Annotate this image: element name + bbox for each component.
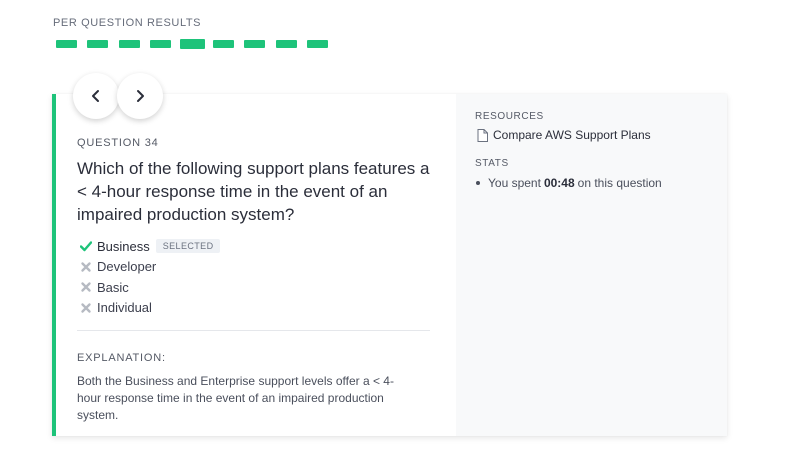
question-text: Which of the following support plans fea… bbox=[77, 159, 430, 224]
check-icon bbox=[80, 240, 97, 252]
x-icon bbox=[80, 302, 97, 314]
progress-segment[interactable] bbox=[307, 40, 328, 48]
progress-segment[interactable] bbox=[56, 40, 77, 48]
divider bbox=[77, 330, 430, 331]
stats-suffix: on this question bbox=[577, 176, 662, 190]
explanation-text: Both the Business and Enterprise support… bbox=[77, 374, 394, 422]
progress-segment[interactable] bbox=[244, 40, 265, 48]
stats-prefix: You spent bbox=[488, 176, 541, 190]
answer-label: Developer bbox=[97, 259, 157, 275]
answer-label: Individual bbox=[97, 300, 152, 316]
document-icon bbox=[477, 128, 488, 142]
chevron-right-icon bbox=[137, 90, 144, 102]
previous-question-button[interactable] bbox=[73, 73, 119, 119]
answer-label: Business bbox=[97, 238, 150, 254]
resources-title: RESOURCES bbox=[475, 111, 544, 122]
progress-segment[interactable] bbox=[276, 40, 297, 48]
next-question-button[interactable] bbox=[117, 73, 163, 119]
stats-title: STATS bbox=[475, 158, 509, 169]
info-panel bbox=[456, 94, 727, 436]
resource-link[interactable]: Compare AWS Support Plans bbox=[477, 128, 651, 142]
progress-segment[interactable] bbox=[119, 40, 140, 48]
progress-segment[interactable] bbox=[213, 40, 234, 48]
x-icon bbox=[80, 261, 97, 273]
question-number: QUESTION 34 bbox=[77, 137, 159, 149]
selected-badge: SELECTED bbox=[155, 239, 221, 254]
progress-segment[interactable] bbox=[87, 40, 108, 48]
answer-option: Individual bbox=[80, 298, 220, 319]
results-section-label: PER QUESTION RESULTS bbox=[53, 17, 202, 29]
answer-list: Business SELECTED Developer Basic Indivi… bbox=[80, 236, 221, 319]
resource-link-label[interactable]: Compare AWS Support Plans bbox=[493, 128, 651, 142]
answer-option: Basic bbox=[80, 277, 220, 298]
x-icon bbox=[80, 281, 97, 293]
answer-option: Developer bbox=[80, 257, 220, 278]
progress-segment[interactable] bbox=[150, 40, 171, 48]
progress-segment-current[interactable] bbox=[180, 39, 205, 49]
time-spent: 00:48 bbox=[543, 176, 575, 190]
chevron-left-icon bbox=[92, 90, 99, 102]
explanation-title: EXPLANATION: bbox=[77, 352, 166, 364]
stats-item: You spent 00:48 on this question bbox=[476, 176, 662, 190]
bullet bbox=[476, 181, 480, 185]
answer-label: Basic bbox=[97, 279, 129, 295]
answer-option: Business SELECTED bbox=[80, 236, 221, 257]
